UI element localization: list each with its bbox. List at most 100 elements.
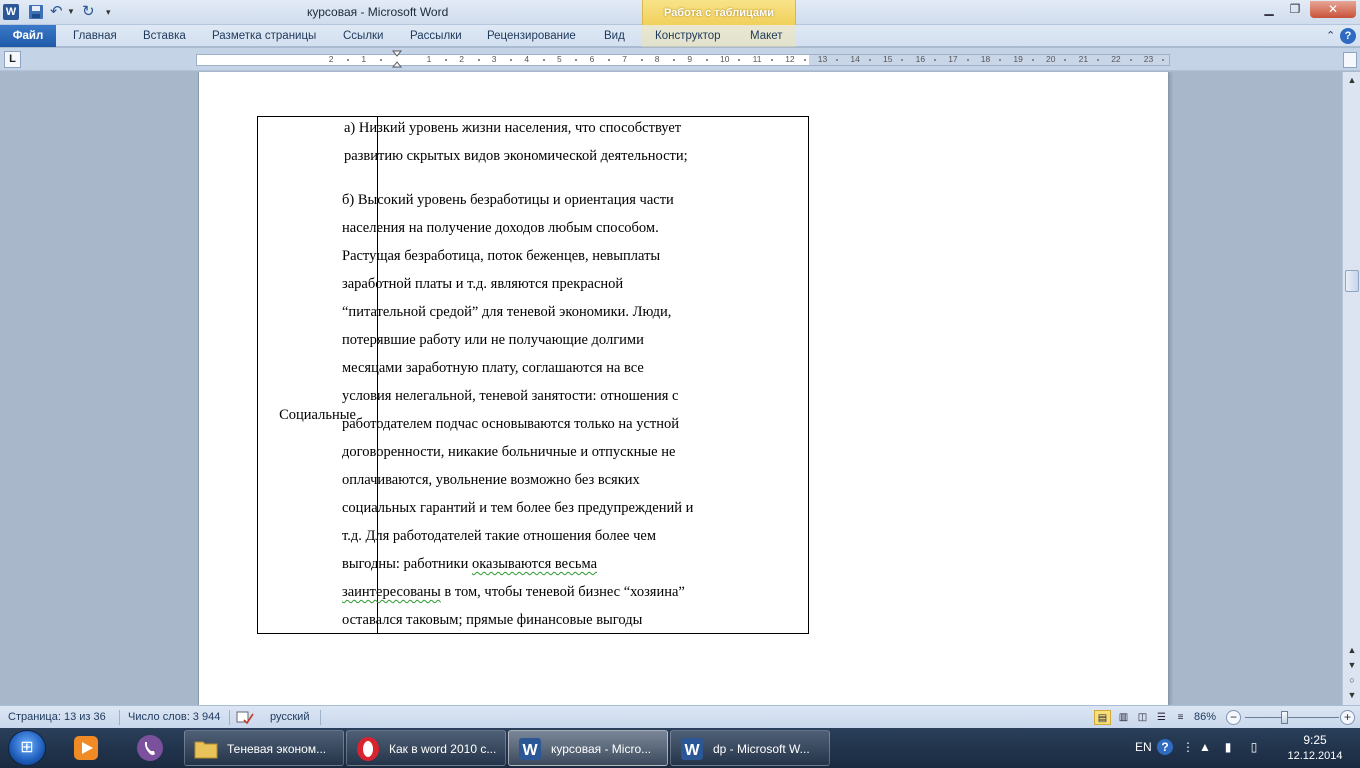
ruler-number: 11 [752,54,762,64]
input-language-indicator[interactable]: EN [1135,740,1152,754]
opera-icon [355,736,381,762]
ruler-number: 7 [622,54,627,64]
ruler-number: 1 [426,54,432,64]
redo-icon[interactable]: ↻ [82,4,98,20]
zoom-level[interactable]: 86% [1194,711,1216,724]
signal-strength-icon[interactable]: ▮ [1220,739,1236,755]
ruler-number: 10 [720,54,730,64]
taskbar-item-label: курсовая - Micro... [551,742,652,756]
undo-dropdown-icon[interactable]: ▼ [67,4,75,20]
close-button[interactable]: ✕ [1310,1,1356,18]
battery-icon[interactable]: ▯ [1246,739,1262,755]
tab-home[interactable]: Главная [73,27,117,46]
language-indicator[interactable]: русский [270,711,309,724]
ruler-tick [1129,59,1132,61]
tab-design[interactable]: Конструктор [655,27,721,46]
ruler-number: 23 [1143,54,1154,64]
undo-icon[interactable]: ↶ [50,4,66,20]
browse-object-icon[interactable]: ○ [1344,672,1360,688]
grammar-flag[interactable]: оказываются весьма [472,556,597,572]
context-tab-header: Работа с таблицами [642,0,796,25]
text-line: социальных гарантий и тем более без пред… [342,500,694,516]
zoom-out-button[interactable]: − [1226,710,1241,725]
help-icon[interactable]: ? [1340,28,1356,44]
outline-view-icon[interactable]: ☰ [1153,710,1170,725]
paragraph-a[interactable]: а) Низкий уровень жизни населения, что с… [344,114,744,170]
zoom-in-button[interactable]: + [1340,710,1355,725]
taskbar-item-opera[interactable]: Как в word 2010 с... [346,730,506,766]
ruler-tick [1064,59,1067,61]
scrollbar-thumb[interactable] [1345,270,1359,292]
ribbon-minimize-icon[interactable]: ⌃ [1326,27,1335,45]
grammar-flag[interactable]: заинтересованы [342,584,441,600]
tab-stop-selector[interactable]: L [4,51,21,68]
viber-icon[interactable] [134,732,166,764]
word-count[interactable]: Число слов: 3 944 [128,711,220,724]
spellcheck-icon[interactable] [236,711,254,728]
ruler-tick [510,59,513,61]
view-ruler-toggle-icon[interactable] [1343,52,1357,68]
tab-insert[interactable]: Вставка [143,27,186,46]
save-icon[interactable] [28,4,44,20]
print-layout-view-icon[interactable]: ▤ [1094,710,1111,725]
previous-page-icon[interactable]: ▲ [1344,642,1360,658]
ruler-number: 2 [459,54,464,64]
ruler-tick [1162,59,1165,61]
document-page[interactable]: Социальные а) Низкий уровень жизни насел… [198,72,1169,705]
status-divider [320,710,321,725]
tab-layout[interactable]: Макет [750,27,783,46]
text-line: “питательной средой” для теневой экономи… [342,304,672,320]
text-line: т.д. Для работодателей такие отношения б… [342,528,656,544]
ruler-tick [640,59,643,61]
scroll-down-icon[interactable]: ▼ [1344,657,1360,673]
folder-icon [193,736,219,762]
clock-date[interactable]: 12.12.2014 [1275,750,1355,762]
ruler-bar: L 2 1 1 2 3 4 5 6 7 8 9 10 11 12 13 14 15 16 17 18 19 20 21 22 2… [0,48,1360,71]
network-icon[interactable]: ⋮ [1180,739,1196,755]
clock-time[interactable]: 9:25 [1285,733,1345,747]
text-line: потерявшие работу или не получающие долг… [342,332,644,348]
ruler-number: 20 [1046,54,1056,64]
ruler-number: 18 [980,54,991,64]
scroll-up-icon[interactable]: ▲ [1344,72,1360,88]
ruler-tick [673,59,676,61]
tab-view[interactable]: Вид [604,27,625,46]
restore-button[interactable]: ❐ [1282,1,1308,18]
indent-marker-icon[interactable] [391,50,403,70]
zoom-slider-track[interactable] [1245,717,1339,718]
tab-page-layout[interactable]: Разметка страницы [212,27,316,46]
horizontal-ruler[interactable]: 2112345678910111213141516171819202122232… [196,54,1170,66]
help-tray-icon[interactable]: ? [1157,739,1173,755]
ruler-tick [836,59,839,61]
tab-file[interactable]: Файл [0,25,56,47]
next-page-icon[interactable]: ▼ [1344,687,1360,703]
svg-text:W: W [522,742,538,759]
ruler-number: 6 [589,54,595,64]
taskbar-item-folder[interactable]: Теневая эконом... [184,730,344,766]
ruler-tick [933,59,936,61]
ruler-number: 1 [361,54,367,64]
web-layout-icon[interactable]: ◫ [1134,710,1151,725]
text-segment: выгодны: работники [342,556,469,572]
document-workspace: Социальные а) Низкий уровень жизни насел… [0,72,1342,705]
paragraph-b[interactable]: б) Высокий уровень безработицы и ориента… [342,186,742,634]
page-counter[interactable]: Страница: 13 из 36 [8,711,106,724]
full-screen-reading-icon[interactable]: ▥ [1115,710,1132,725]
minimize-button[interactable]: ▁ [1256,1,1282,18]
customize-toolbar-icon[interactable]: ▾ [106,4,116,20]
vertical-scrollbar[interactable]: ▲ ▲ ▼ ○ ▼ [1342,72,1360,705]
taskbar-item-word-active[interactable]: W курсовая - Micro... [508,730,668,766]
start-button[interactable]: ⊞ [8,730,46,766]
text-line: договоренности, никакие больничные и отп… [342,444,676,460]
tab-review[interactable]: Рецензирование [487,27,576,46]
zoom-slider-thumb[interactable] [1281,711,1289,724]
show-hidden-icons-icon[interactable]: ▲ [1197,739,1213,755]
text-segment: в том, чтобы теневой бизнес “хозяина” [444,584,685,600]
draft-view-icon[interactable]: ≡ [1172,710,1189,725]
tab-references[interactable]: Ссылки [343,27,384,46]
media-player-icon[interactable] [70,732,102,764]
tab-mailings[interactable]: Рассылки [410,27,462,46]
title-bar: W ↶ ▼ ↻ ▾ курсовая - Microsoft Word Рабо… [0,0,1360,25]
word-app-icon[interactable]: W [3,4,19,20]
taskbar-item-word[interactable]: W dp - Microsoft W... [670,730,830,766]
